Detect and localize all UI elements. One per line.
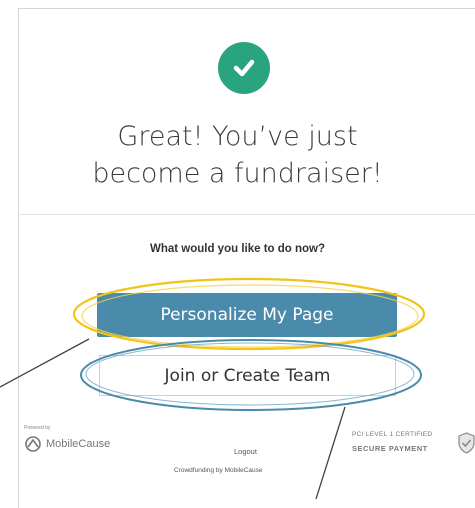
secure-payment-badge: PCI LEVEL 1 CERTIFIED SECURE PAYMENT [352, 431, 432, 453]
powered-by-block: Powered by MobileCause [24, 425, 110, 452]
shield-icon [458, 432, 475, 454]
divider [20, 214, 475, 215]
logout-link[interactable]: Logout [234, 447, 257, 456]
personalize-page-button[interactable]: Personalize My Page [97, 293, 397, 337]
powered-by-label: Powered by [24, 425, 51, 431]
crowdfunding-link[interactable]: Crowdfunding by MobileCause [174, 467, 263, 474]
next-step-prompt: What would you like to do now? [149, 243, 326, 255]
mobilecause-logo-icon [25, 436, 41, 452]
page-title: Great! You’ve just become a fundraiser! [0, 118, 475, 192]
secure-payment-label: SECURE PAYMENT [352, 444, 428, 453]
brand-logo: MobileCause [24, 436, 110, 452]
join-create-team-button[interactable]: Join or Create Team [99, 355, 396, 396]
headline-line-1: Great! You’ve just [117, 121, 358, 152]
pci-level-label: PCI LEVEL 1 CERTIFIED [352, 431, 433, 438]
brand-name: MobileCause [46, 438, 111, 450]
headline-line-2: become a fundraiser! [92, 158, 383, 189]
check-circle-icon [218, 42, 270, 94]
